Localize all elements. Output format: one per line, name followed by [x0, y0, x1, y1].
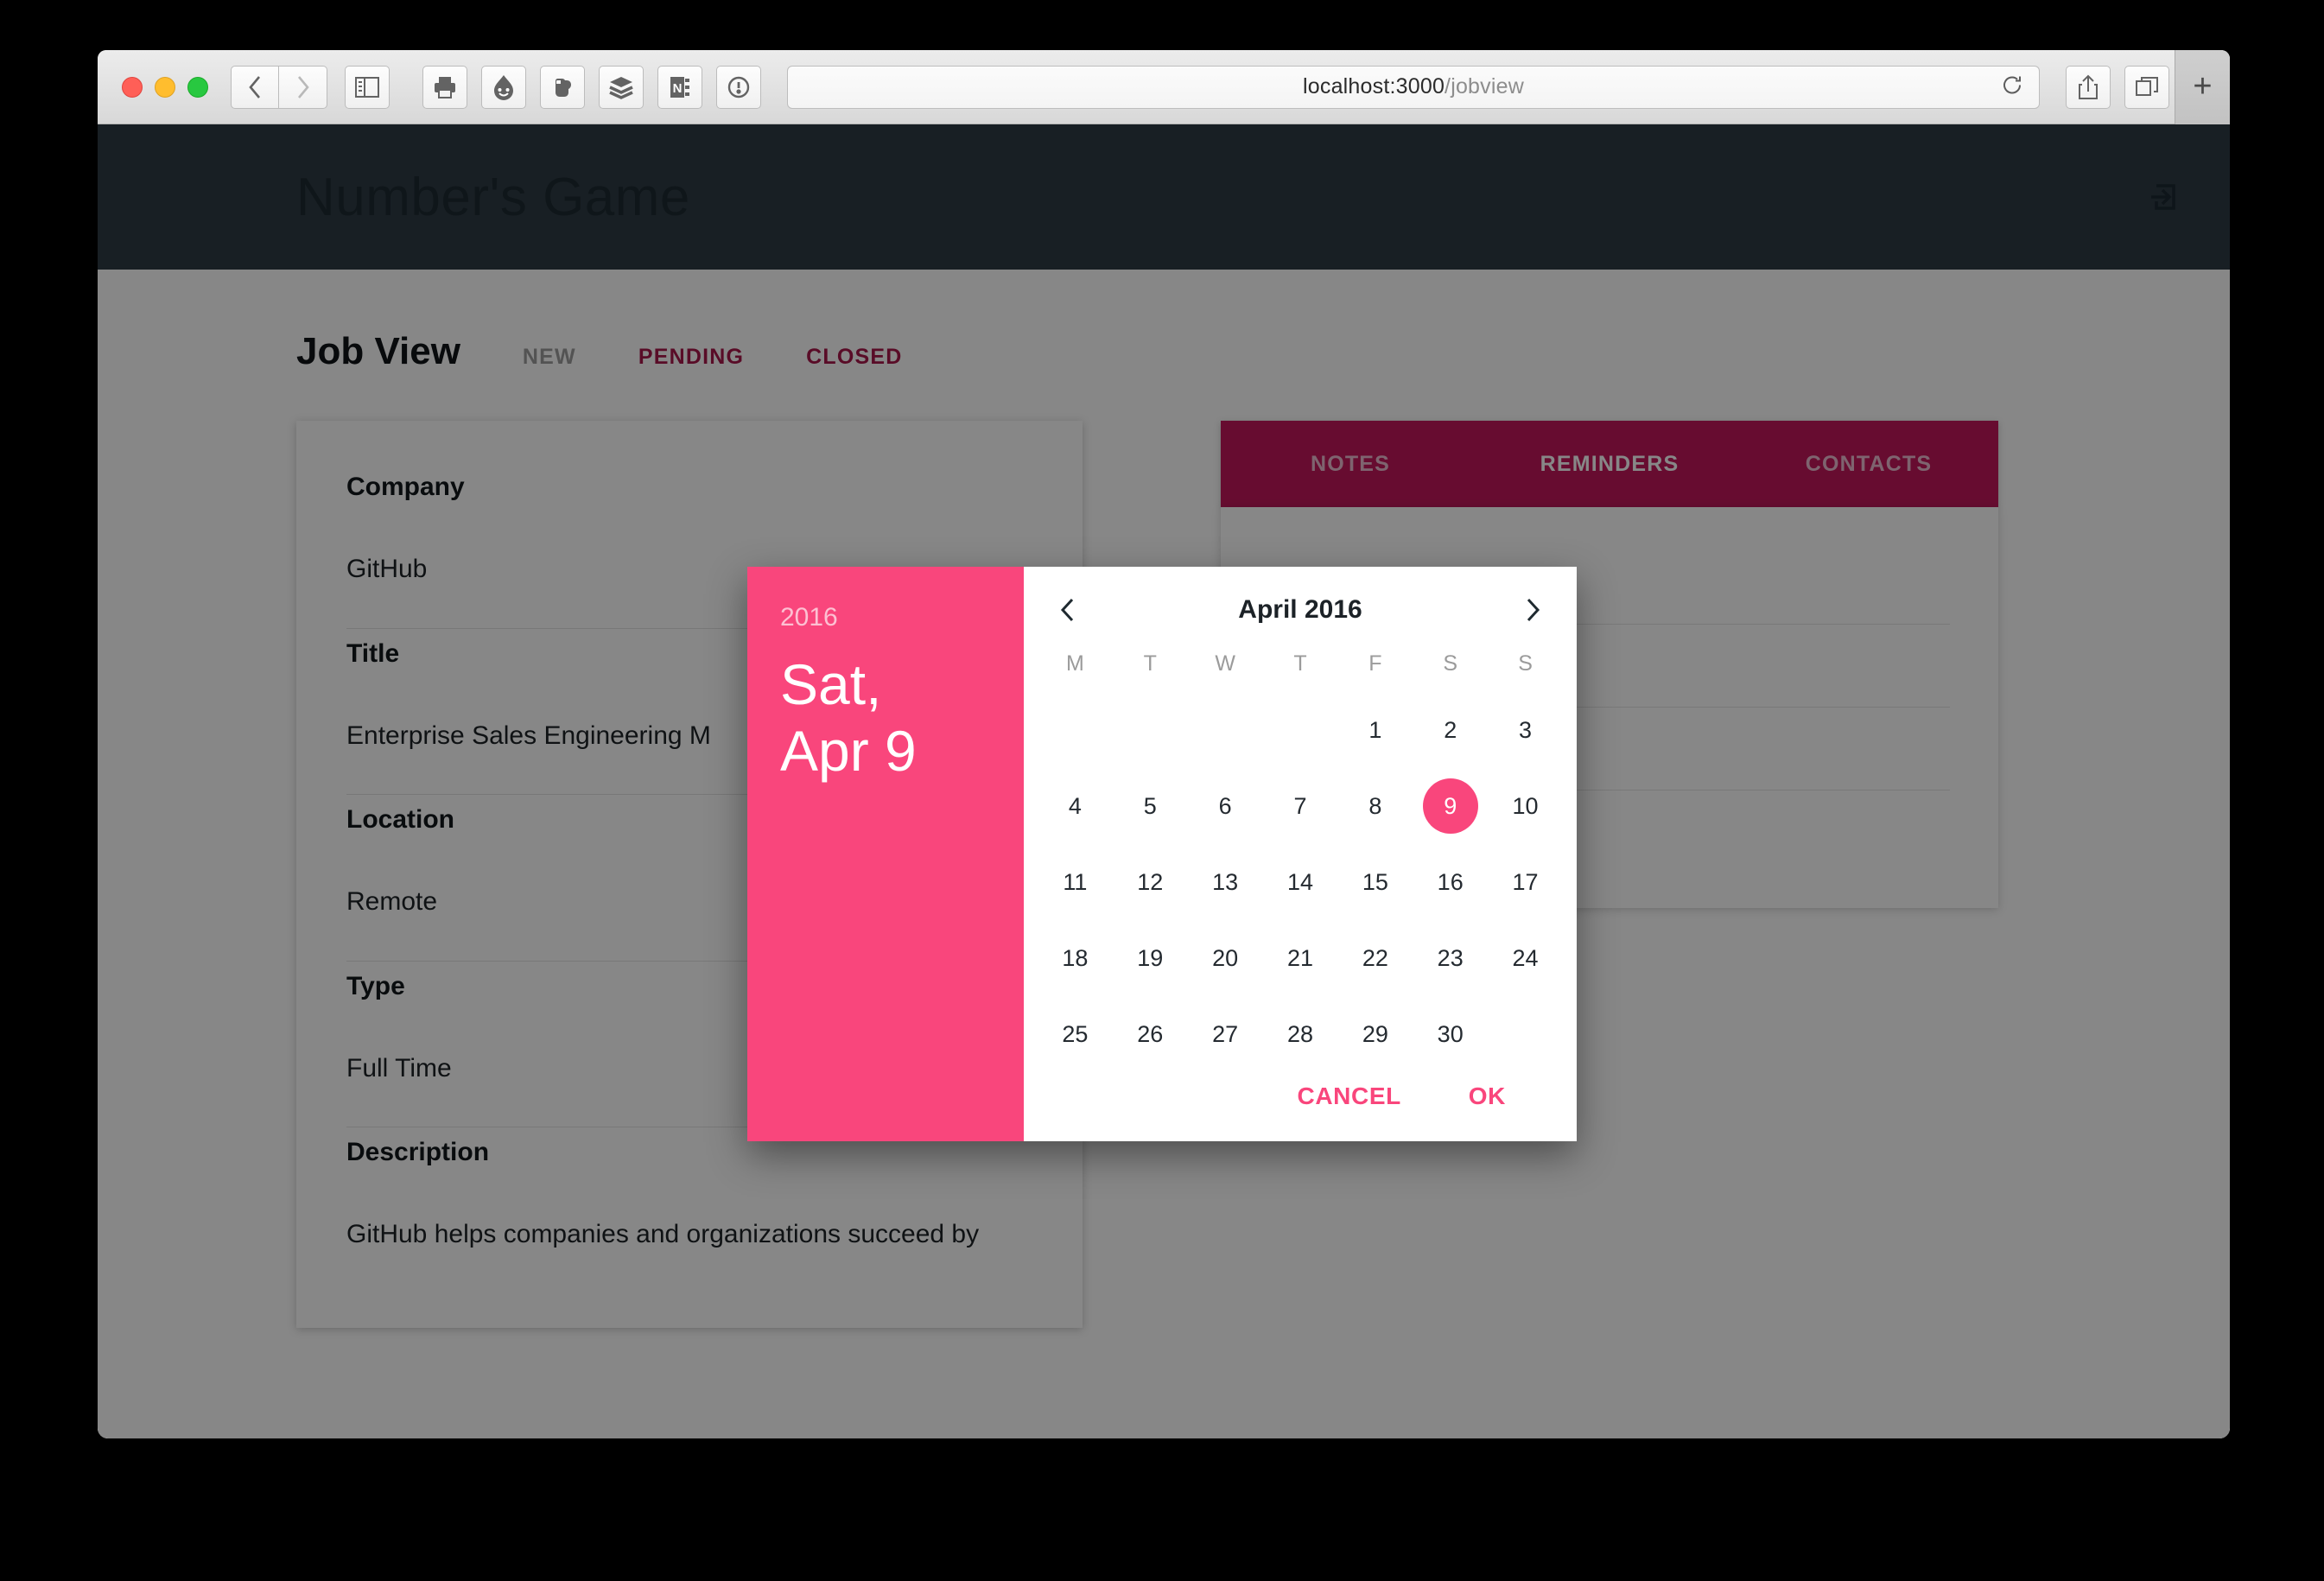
svg-text:N: N [673, 81, 683, 96]
url-text: localhost:3000/jobview [1303, 74, 1524, 99]
calendar-day-3[interactable]: 3 [1488, 692, 1563, 768]
tab-overview-icon[interactable] [2124, 65, 2169, 109]
back-button[interactable] [231, 65, 279, 109]
calendar-day-15[interactable]: 15 [1337, 844, 1413, 920]
calendar-month-title: April 2016 [1238, 595, 1362, 624]
datepicker-dialog: 2016 Sat, Apr 9 April 2016 M T W T F S S… [747, 567, 1577, 1141]
calendar-day-23[interactable]: 23 [1413, 920, 1488, 996]
calendar-day-6[interactable]: 6 [1188, 768, 1263, 844]
calendar-week-row: 18 19 20 21 22 23 24 [1024, 920, 1577, 996]
calendar-day-19[interactable]: 19 [1113, 920, 1188, 996]
calendar-grid: 1 2 3 4 5 6 7 8 9 10 11 12 13 14 15 16 17 18 19 20 21 22 23 24 2… [1024, 692, 1577, 1072]
weekday-label: T [1293, 651, 1307, 676]
calendar-day-24[interactable]: 24 [1488, 920, 1563, 996]
print-icon[interactable] [422, 65, 467, 109]
calendar-day-20[interactable]: 20 [1188, 920, 1263, 996]
calendar-day-5[interactable]: 5 [1113, 768, 1188, 844]
url-host: localhost:3000 [1303, 74, 1445, 98]
navigation-buttons [231, 65, 327, 109]
window-controls [122, 76, 208, 98]
web-page: Number's Game Job View NEW PENDING CLOSE… [98, 124, 2230, 1438]
calendar-week-row: 123 [1024, 692, 1577, 768]
calendar-day-11[interactable]: 11 [1038, 844, 1113, 920]
calendar-day-13[interactable]: 13 [1188, 844, 1263, 920]
evernote-icon[interactable] [540, 65, 585, 109]
onenote-icon[interactable]: N [657, 65, 702, 109]
browser-window: N localhost:3000/jobview + Number's Game [98, 50, 2230, 1438]
calendar-day-4[interactable]: 4 [1038, 768, 1113, 844]
close-window-button[interactable] [122, 76, 143, 98]
buffer-icon[interactable] [599, 65, 644, 109]
extension-buttons: N [422, 65, 761, 109]
datepicker-calendar: April 2016 M T W T F S S 1 2 3 4 5 6 7 8 9 10 11 12… [1024, 567, 1577, 1141]
cancel-button[interactable]: CANCEL [1298, 1083, 1401, 1110]
weekday-label: S [1518, 651, 1533, 676]
calendar-week-row: 11 12 13 14 15 16 17 [1024, 844, 1577, 920]
weekday-label: T [1143, 651, 1157, 676]
calendar-day-12[interactable]: 12 [1113, 844, 1188, 920]
pocket-icon[interactable] [481, 65, 526, 109]
calendar-day-10[interactable]: 10 [1488, 768, 1563, 844]
calendar-day-17[interactable]: 17 [1488, 844, 1563, 920]
weekday-label: F [1368, 651, 1382, 676]
ok-button[interactable]: OK [1469, 1083, 1506, 1110]
calendar-day-7[interactable]: 7 [1263, 768, 1338, 844]
calendar-weekday-header: M T W T F S S [1024, 651, 1577, 676]
weekday-label: S [1443, 651, 1458, 676]
calendar-day-8[interactable]: 8 [1337, 768, 1413, 844]
calendar-day-14[interactable]: 14 [1263, 844, 1338, 920]
calendar-nav: April 2016 [1024, 567, 1577, 629]
datepicker-header-panel: 2016 Sat, Apr 9 [747, 567, 1024, 1141]
calendar-day-16[interactable]: 16 [1413, 844, 1488, 920]
selected-year[interactable]: 2016 [780, 603, 991, 632]
calendar-week-row: 4 5 6 7 8 9 10 [1024, 768, 1577, 844]
url-path: /jobview [1445, 74, 1524, 98]
reload-icon[interactable] [2001, 73, 2023, 100]
calendar-day-21[interactable]: 21 [1263, 920, 1338, 996]
calendar-day-1[interactable]: 1 [1337, 692, 1413, 768]
chevron-right-icon[interactable] [1516, 591, 1549, 629]
browser-toolbar: N localhost:3000/jobview + [98, 50, 2230, 124]
forward-button[interactable] [279, 65, 327, 109]
chevron-left-icon[interactable] [1051, 591, 1084, 629]
minimize-window-button[interactable] [155, 76, 175, 98]
onepassword-icon[interactable] [716, 65, 761, 109]
calendar-day-18[interactable]: 18 [1038, 920, 1113, 996]
datepicker-actions: CANCEL OK [1024, 1051, 1577, 1141]
calendar-day-22[interactable]: 22 [1337, 920, 1413, 996]
new-tab-button[interactable]: + [2175, 50, 2230, 124]
weekday-label: M [1066, 651, 1084, 676]
share-icon[interactable] [2066, 65, 2111, 109]
selected-date-label[interactable]: Sat, Apr 9 [780, 651, 991, 784]
toolbar-right-buttons [2066, 65, 2169, 109]
sidebar-toggle-button[interactable] [345, 65, 390, 109]
address-bar[interactable]: localhost:3000/jobview [787, 65, 2040, 109]
maximize-window-button[interactable] [187, 76, 208, 98]
calendar-day-2[interactable]: 2 [1413, 692, 1488, 768]
calendar-day-9[interactable]: 9 [1413, 768, 1488, 844]
weekday-label: W [1215, 651, 1235, 676]
